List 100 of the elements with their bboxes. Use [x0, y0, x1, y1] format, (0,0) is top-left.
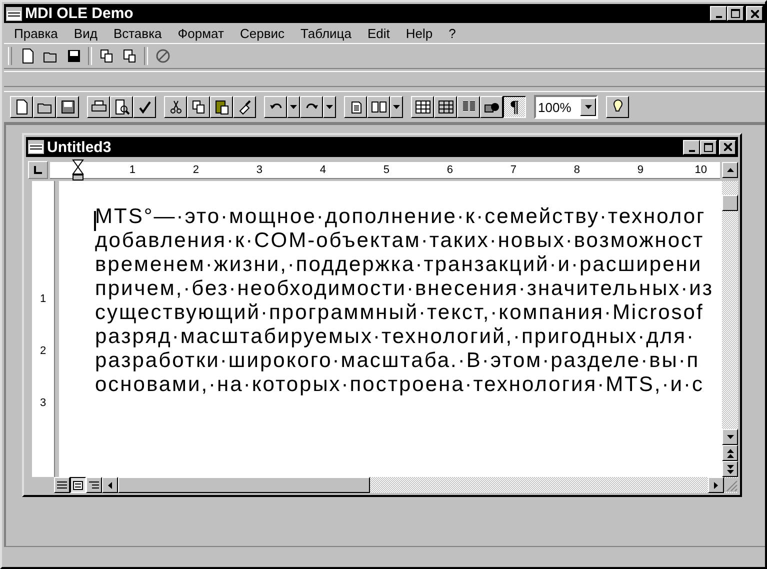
paste-button[interactable] [210, 96, 233, 118]
dropdown-button[interactable] [390, 96, 403, 118]
ruler-number: 6 [446, 164, 453, 176]
dropdown-button[interactable] [323, 96, 336, 118]
text-line: существующий·программный·текст,·компания·Microsof [95, 301, 705, 325]
right-arrow-icon [714, 482, 718, 488]
copy-button[interactable] [187, 96, 210, 118]
columns-button[interactable] [457, 96, 480, 118]
text-line: разряд·масштабируемых·технологий,·пригодных·для· [95, 325, 696, 349]
documents-icon [98, 48, 114, 64]
scroll-down-button[interactable] [722, 429, 738, 445]
documents-icon [190, 99, 206, 115]
left-arrow-icon [108, 482, 112, 488]
previous-page-button[interactable] [722, 445, 738, 461]
lines-icon [57, 480, 67, 490]
menu-item[interactable]: Edit [359, 26, 398, 40]
dropdown-button[interactable] [580, 98, 596, 116]
ruler-number: 3 [255, 164, 262, 176]
scroll-up-button[interactable] [722, 162, 738, 178]
menu-item[interactable]: Вид [66, 26, 106, 40]
close-icon [724, 143, 732, 151]
text-line: основами,·на·которых·построена·технология·MTS,·и·с [95, 373, 705, 397]
double-down-arrow-icon [726, 464, 734, 474]
menu-item[interactable]: Правка [6, 26, 66, 40]
resize-grip-icon[interactable] [724, 478, 738, 492]
undo-button[interactable] [264, 96, 287, 118]
text-line: MTS°—·это·мощное·дополнение·к·семейству·технолог [95, 205, 707, 229]
indent-marker-icon[interactable] [72, 158, 84, 180]
next-page-button[interactable] [722, 461, 738, 477]
redo-button[interactable] [300, 96, 323, 118]
spelling-button[interactable] [133, 96, 156, 118]
cut-button[interactable] [164, 96, 187, 118]
caret-icon [584, 105, 592, 109]
brush-icon [236, 99, 252, 115]
drawing-button[interactable] [480, 96, 503, 118]
maximize-button[interactable] [727, 6, 744, 21]
table-icon [414, 99, 430, 115]
format-painter-button[interactable] [233, 96, 256, 118]
checkmark-icon [136, 99, 152, 115]
scroll-left-button[interactable] [102, 477, 118, 493]
ruler-number: 4 [318, 164, 326, 176]
preview-button[interactable] [110, 96, 133, 118]
menu-item[interactable]: Help [398, 26, 441, 40]
ruler-number: 10 [694, 164, 707, 176]
menu-item[interactable]: Сервис [232, 26, 292, 40]
close-button[interactable] [746, 6, 763, 21]
scroll-thumb[interactable] [722, 195, 738, 211]
menu-item[interactable]: ? [440, 26, 464, 40]
magnifier-page-icon [114, 99, 130, 115]
book-button[interactable] [367, 96, 390, 118]
down-arrow-icon [726, 435, 734, 439]
maximize-button[interactable] [700, 140, 717, 154]
ruler-number: 7 [509, 164, 516, 176]
caret-icon [326, 105, 333, 109]
maximize-icon [731, 9, 740, 18]
menu-item[interactable]: Вставка [105, 26, 170, 40]
documents-icon [122, 48, 138, 64]
spreadsheet-button[interactable] [434, 96, 457, 118]
open-button[interactable] [33, 96, 56, 118]
menu-item[interactable]: Формат [170, 26, 232, 40]
dropdown-button[interactable] [287, 96, 300, 118]
text-line: разработки·широкого·масштаба.·В·этом·разделе·вы·п [95, 349, 701, 373]
menu-item[interactable]: Таблица [292, 26, 360, 40]
ruler-number: 5 [382, 164, 390, 176]
page-icon [14, 99, 30, 115]
ruler-number: 1 [128, 164, 136, 176]
clipboard-icon [214, 99, 230, 115]
ruler-number: 2 [40, 345, 46, 357]
left-tab-icon [34, 166, 42, 174]
zoom-combo[interactable]: 100% [534, 95, 598, 119]
tab-selector[interactable] [28, 161, 48, 179]
minimize-button[interactable] [683, 140, 700, 154]
minimize-icon [716, 16, 722, 18]
page-icon [20, 48, 36, 64]
close-icon [750, 10, 758, 18]
text-line: причем,·без·необходимости·внесения·значительных·из [95, 277, 715, 301]
scroll-thumb[interactable] [118, 477, 370, 493]
ruler-number: 3 [40, 397, 46, 409]
normal-view-button[interactable] [54, 477, 70, 493]
close-button[interactable] [719, 140, 736, 154]
table-button[interactable] [411, 96, 434, 118]
save-button[interactable] [56, 96, 79, 118]
paragraph-marks-button[interactable]: ¶ [503, 96, 526, 118]
new-button[interactable] [10, 96, 33, 118]
scissors-icon [168, 99, 184, 115]
minimize-button[interactable] [710, 6, 727, 21]
scroll-right-button[interactable] [708, 477, 724, 493]
tip-button[interactable] [606, 96, 629, 118]
grid-icon [438, 99, 454, 115]
maximize-icon [704, 142, 713, 152]
ruler-number: 1 [40, 293, 46, 305]
window-title: MDI OLE Demo [25, 5, 134, 22]
double-up-arrow-icon [726, 448, 734, 458]
print-button[interactable] [87, 96, 110, 118]
insert-document-button[interactable] [344, 96, 367, 118]
zoom-value: 100% [537, 100, 572, 114]
outline-lines-icon [89, 480, 99, 490]
text-line: добавления·к·COM-объектам·таких·новых·возможност [95, 229, 706, 253]
outline-view-button[interactable] [86, 477, 102, 493]
page-view-button[interactable] [70, 477, 86, 493]
